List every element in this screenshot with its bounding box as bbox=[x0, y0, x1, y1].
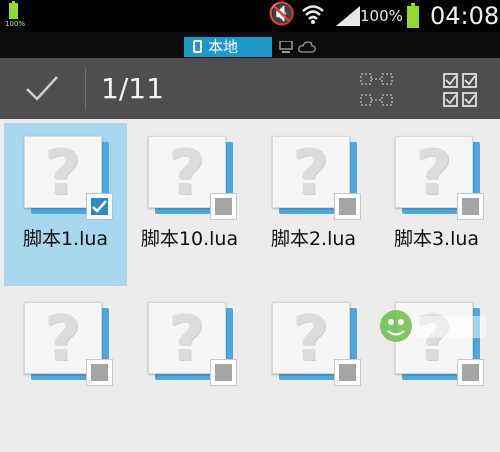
mute-icon: 🔇 bbox=[268, 2, 296, 27]
file-name: 脚本3.lua bbox=[393, 228, 480, 250]
checkmark-icon bbox=[92, 200, 107, 213]
tab-local[interactable]: 本地 bbox=[184, 37, 272, 57]
battery-icon bbox=[9, 1, 18, 19]
file-item[interactable]: ? 脚本10.lua bbox=[128, 123, 251, 286]
multi-select-button[interactable] bbox=[345, 66, 407, 112]
file-item[interactable]: ? bbox=[252, 289, 375, 452]
action-bar: 1/11 bbox=[0, 58, 500, 119]
file-name: 脚本2.lua bbox=[270, 228, 357, 250]
watermark-logo bbox=[380, 310, 486, 342]
checkbox-fill bbox=[215, 198, 232, 215]
file-checkbox[interactable] bbox=[334, 359, 361, 386]
file-checkbox[interactable] bbox=[210, 359, 237, 386]
file-checkbox[interactable] bbox=[457, 359, 484, 386]
file-checkbox[interactable] bbox=[457, 193, 484, 220]
storage-tabs: 本地 bbox=[0, 32, 500, 58]
file-checkbox[interactable] bbox=[86, 193, 113, 220]
checkbox-fill bbox=[462, 364, 479, 381]
file-name: 脚本10.lua bbox=[140, 228, 239, 250]
select-all-icon bbox=[443, 73, 477, 107]
file-item[interactable]: ? 脚本2.lua bbox=[252, 123, 375, 286]
phone-icon bbox=[193, 40, 202, 53]
check-icon bbox=[26, 76, 58, 101]
wifi-icon bbox=[302, 5, 324, 24]
checkbox-fill bbox=[215, 364, 232, 381]
tab-local-label: 本地 bbox=[208, 38, 239, 56]
file-checkbox[interactable] bbox=[334, 193, 361, 220]
checkbox-fill bbox=[339, 364, 356, 381]
done-button[interactable] bbox=[0, 58, 85, 119]
file-name: 脚本1.lua bbox=[22, 228, 109, 250]
signal-icon bbox=[336, 6, 360, 26]
selection-count: 1/11 bbox=[101, 72, 164, 105]
cloud-icon[interactable] bbox=[298, 41, 316, 53]
checkbox-fill bbox=[91, 364, 108, 381]
file-item[interactable]: ? bbox=[4, 289, 127, 452]
file-item[interactable]: ? bbox=[128, 289, 251, 452]
clock: 04:08 bbox=[430, 2, 500, 30]
computer-icon[interactable] bbox=[279, 41, 293, 53]
checkbox-fill bbox=[339, 198, 356, 215]
small-battery-label: 100% bbox=[5, 20, 26, 28]
status-bar: 100% 🔇 100% 04:08 bbox=[0, 0, 500, 32]
file-checkbox[interactable] bbox=[86, 359, 113, 386]
select-all-button[interactable] bbox=[428, 66, 490, 112]
file-item[interactable]: ? 脚本3.lua bbox=[375, 123, 498, 286]
file-checkbox[interactable] bbox=[210, 193, 237, 220]
multi-select-icon bbox=[360, 73, 393, 106]
battery-icon bbox=[407, 3, 419, 28]
checkbox-fill bbox=[462, 198, 479, 215]
divider bbox=[85, 67, 86, 110]
battery-percent: 100% bbox=[360, 7, 403, 25]
file-item[interactable]: ? 脚本1.lua bbox=[4, 123, 127, 286]
